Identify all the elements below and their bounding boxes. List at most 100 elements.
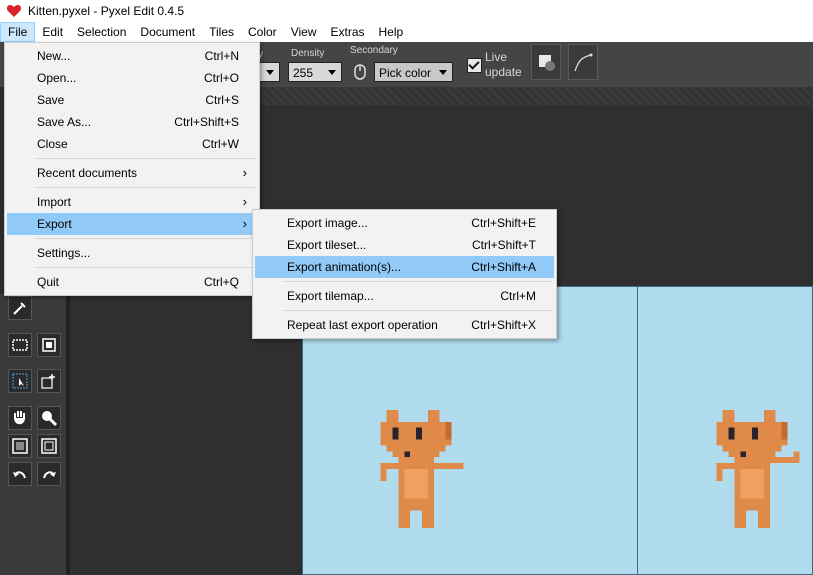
item-shortcut: Ctrl+Shift+E [471,216,536,230]
menu-item-export[interactable]: Export › [7,213,257,235]
menu-separator [283,281,552,282]
hand-icon [14,411,25,425]
live-update-label-1: Live [485,50,508,64]
item-shortcut: Ctrl+N [204,49,239,63]
item-label: Recent documents [37,166,138,180]
add-selection-tool[interactable] [37,369,61,393]
menu-item-new[interactable]: New... Ctrl+N [7,45,257,67]
kitten-sprite-1 [380,410,464,528]
magic-select-tool[interactable] [37,333,61,357]
chevron-right-icon: › [242,194,247,209]
undo-button[interactable] [8,462,32,486]
rectangle-icon [12,339,28,351]
item-shortcut: Ctrl+O [203,71,239,85]
redo-button[interactable] [37,462,61,486]
menu-item-repeat-last-export[interactable]: Repeat last export operation Ctrl+Shift+X [255,314,554,336]
heart-icon [6,5,22,17]
density-select[interactable]: 255 [288,62,342,82]
pattern-icon [12,438,28,454]
hand-tool[interactable] [8,406,32,430]
menu-item-recent-documents[interactable]: Recent documents › [7,162,257,184]
item-label: Open... [37,71,77,85]
select-gear-icon [42,338,56,352]
layer-shape-icon [539,55,555,71]
live-update-checkbox[interactable] [467,58,482,73]
redo-icon [43,471,56,479]
blend-mode-button[interactable] [531,44,561,80]
chevron-right-icon: › [242,216,247,231]
window-title: Kitten.pyxel - Pyxel Edit 0.4.5 [28,4,185,18]
item-label: Import [37,195,72,209]
item-label: Close [37,137,68,151]
item-shortcut: Ctrl+Shift+A [471,260,536,274]
cursor-select-icon [12,373,28,389]
item-label: Save [37,93,65,107]
kitten-sprite-2 [716,410,800,528]
opacity-select[interactable] [258,62,280,82]
menu-color[interactable]: Color [241,22,284,42]
item-label: Export animation(s)... [287,260,402,274]
item-shortcut: Ctrl+Shift+X [471,318,536,332]
menu-tiles[interactable]: Tiles [202,22,241,42]
magnifier-icon [42,411,58,427]
menu-view[interactable]: View [284,22,324,42]
item-label: Export image... [287,216,368,230]
tool-panel-scrollbar[interactable] [66,294,70,575]
frame-tool[interactable] [37,434,61,458]
item-label: Save As... [37,115,92,129]
eyedropper-tool[interactable] [8,296,32,320]
item-shortcut: Ctrl+M [500,289,536,303]
menu-item-close[interactable]: Close Ctrl+W [7,133,257,155]
item-shortcut: Ctrl+W [202,137,239,151]
zoom-tool[interactable] [37,406,61,430]
fill-pattern-tool[interactable] [8,434,32,458]
item-shortcut: Ctrl+Shift+T [471,238,536,252]
menu-item-settings[interactable]: Settings... [7,242,257,264]
chevron-right-icon: › [242,165,247,180]
menu-item-quit[interactable]: Quit Ctrl+Q [7,271,257,293]
move-selection-tool[interactable] [8,369,32,393]
live-update-label-2: update [485,65,522,79]
item-label: Repeat last export operation [287,318,438,332]
file-menu: New... Ctrl+N Open... Ctrl+O Save Ctrl+S Sa… [4,42,260,296]
item-label: Quit [37,275,60,289]
menu-document[interactable]: Document [133,22,202,42]
menu-item-export-image[interactable]: Export image... Ctrl+Shift+E [255,212,554,234]
plus-select-icon [41,374,55,389]
menu-help[interactable]: Help [372,22,411,42]
eyedropper-icon [13,302,26,315]
curve-button[interactable] [568,44,598,80]
menu-item-export-tilemap[interactable]: Export tilemap... Ctrl+M [255,285,554,307]
menu-item-open[interactable]: Open... Ctrl+O [7,67,257,89]
menu-separator [35,158,255,159]
item-label: Export tilemap... [287,289,374,303]
menu-separator [283,310,552,311]
menu-item-save-as[interactable]: Save As... Ctrl+Shift+S [7,111,257,133]
menu-selection[interactable]: Selection [70,22,133,42]
menu-item-import[interactable]: Import › [7,191,257,213]
menu-item-export-tileset[interactable]: Export tileset... Ctrl+Shift+T [255,234,554,256]
curve-icon [574,53,593,72]
mouse-icon [354,64,366,80]
secondary-select[interactable]: Pick color [374,62,453,82]
item-shortcut: Ctrl+Shift+S [174,115,239,129]
secondary-label: Secondary [350,45,398,56]
menu-extras[interactable]: Extras [323,22,371,42]
menu-edit[interactable]: Edit [35,22,70,42]
item-shortcut: Ctrl+Q [203,275,239,289]
menu-separator [35,187,255,188]
menu-separator [35,238,255,239]
menu-item-save[interactable]: Save Ctrl+S [7,89,257,111]
item-label: Export [37,217,72,231]
menu-bar: File Edit Selection Document Tiles Color… [0,22,813,43]
rect-select-tool[interactable] [8,333,32,357]
density-label: Density [291,48,325,59]
menu-separator [35,267,255,268]
export-submenu: Export image... Ctrl+Shift+E Export tiles… [252,209,557,339]
item-label: New... [37,49,71,63]
item-label: Export tileset... [287,238,367,252]
menu-item-export-animations[interactable]: Export animation(s)... Ctrl+Shift+A [255,256,554,278]
menu-file[interactable]: File [0,22,36,42]
density-value: 255 [293,66,314,80]
item-shortcut: Ctrl+S [205,93,239,107]
